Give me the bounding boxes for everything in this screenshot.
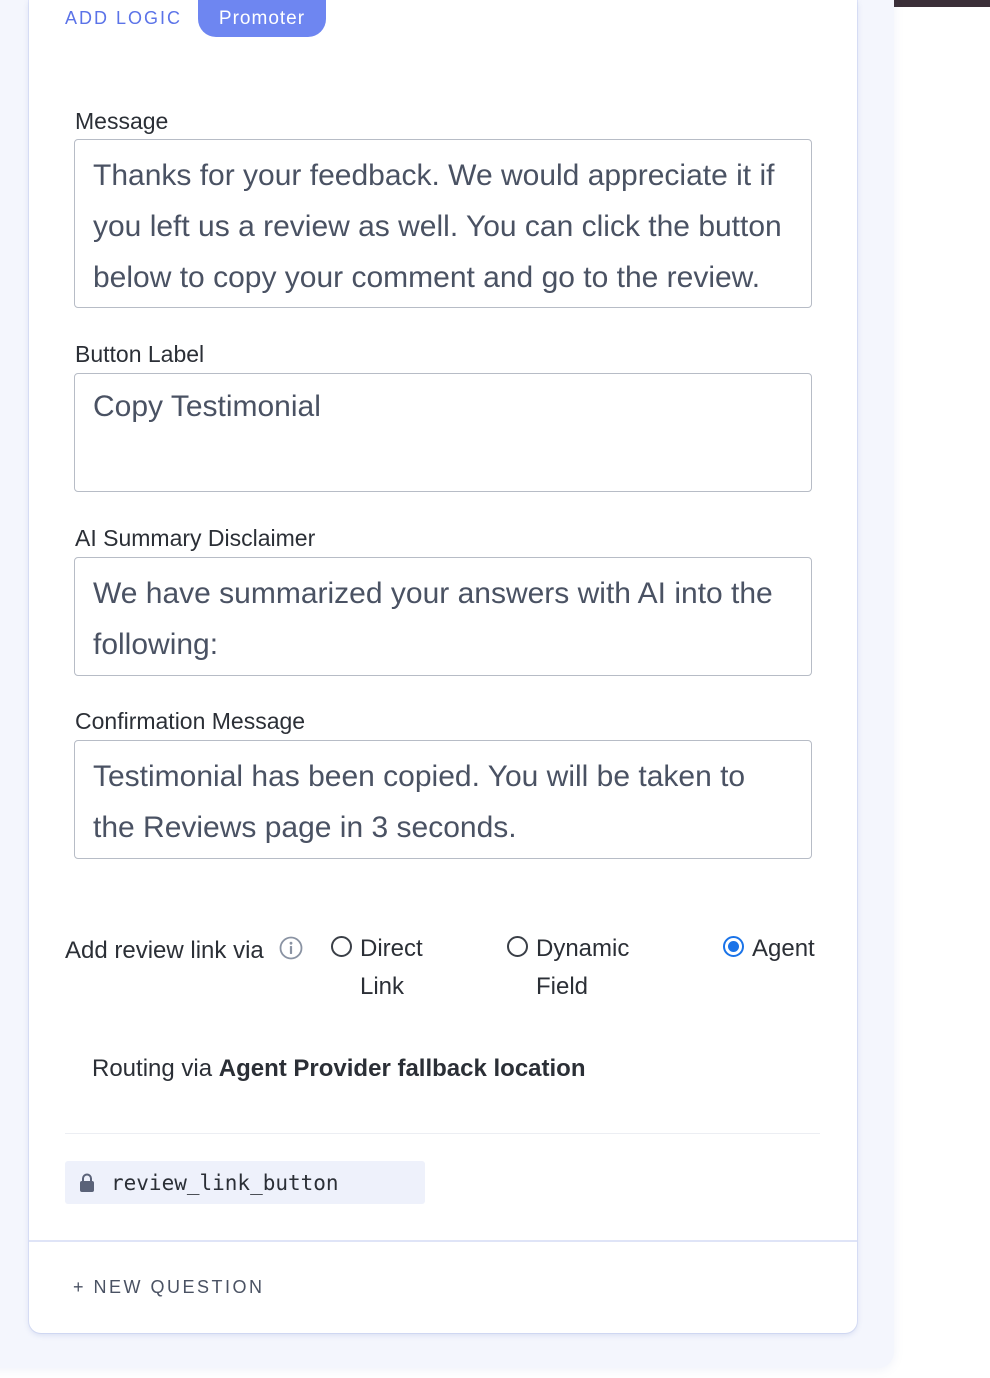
radio-direct-link-circle[interactable]: [331, 936, 352, 957]
routing-info: Routing via Agent Provider fallback loca…: [92, 1053, 586, 1085]
radio-direct-link-label: Direct Link: [360, 935, 423, 1000]
ai-disclaimer-textarea[interactable]: We have summarized your answers with AI …: [74, 557, 812, 676]
radio-dynamic-field[interactable]: Dynamic Field: [507, 930, 667, 1006]
message-textarea[interactable]: Thanks for your feedback. We would appre…: [74, 139, 812, 308]
new-question-button[interactable]: + NEW QUESTION: [73, 1276, 265, 1298]
info-icon[interactable]: [279, 936, 303, 960]
review-link-label: Add review link via: [65, 937, 264, 964]
radio-agent-label: Agent: [752, 935, 815, 962]
question-key-chip: review_link_button: [65, 1161, 425, 1204]
ai-disclaimer-label: AI Summary Disclaimer: [75, 525, 316, 551]
section-divider: [65, 1133, 820, 1134]
confirmation-label: Confirmation Message: [75, 708, 306, 734]
radio-agent[interactable]: Agent: [723, 930, 833, 968]
question-key-text: review_link_button: [111, 1170, 339, 1195]
radio-direct-link[interactable]: Direct Link: [331, 930, 471, 1006]
lock-icon: [80, 1173, 94, 1192]
segment-badge-promoter[interactable]: Promoter: [198, 0, 326, 37]
routing-target: Agent Provider fallback location: [218, 1055, 586, 1082]
radio-dynamic-field-label: Dynamic Field: [536, 935, 630, 1000]
routing-prefix: Routing via: [92, 1055, 213, 1082]
add-logic-link[interactable]: ADD LOGIC: [65, 7, 182, 29]
message-label: Message: [75, 108, 169, 134]
confirmation-textarea[interactable]: Testimonial has been copied. You will be…: [74, 740, 812, 859]
button-label-label: Button Label: [75, 341, 205, 367]
button-label-textarea[interactable]: Copy Testimonial: [74, 373, 812, 492]
radio-dynamic-field-circle[interactable]: [507, 936, 528, 957]
footer-divider: [29, 1240, 857, 1242]
radio-agent-circle[interactable]: [723, 936, 744, 957]
